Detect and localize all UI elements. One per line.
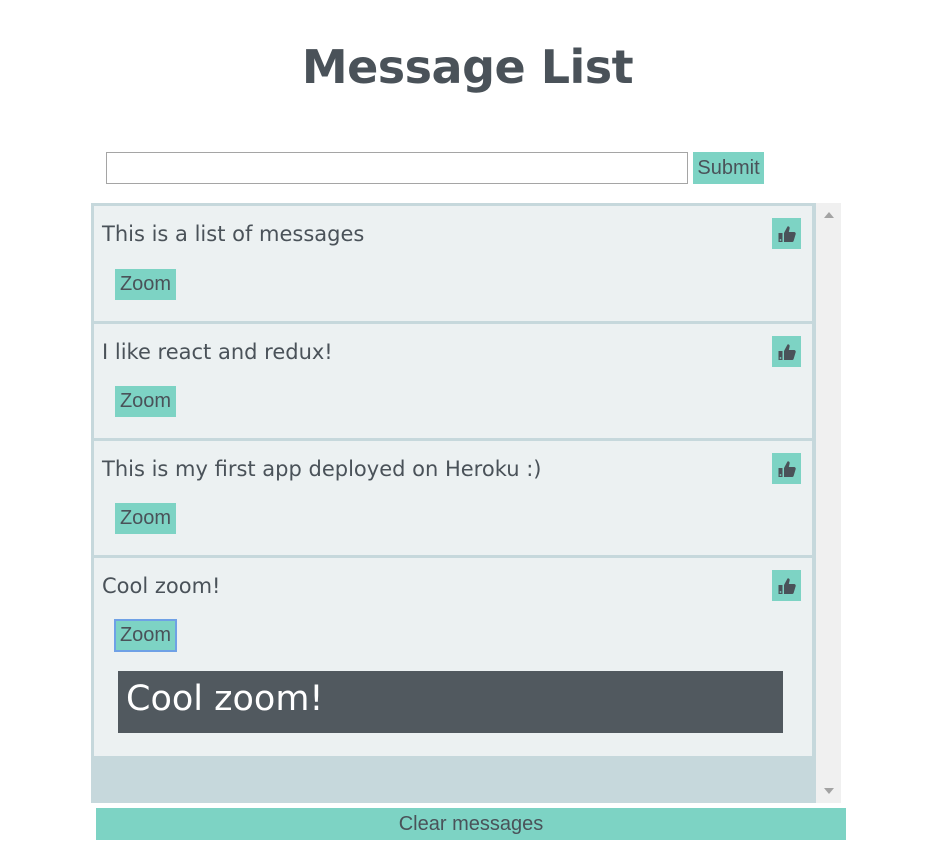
thumbs-up-icon xyxy=(778,225,796,242)
zoom-button[interactable]: Zoom xyxy=(115,503,176,534)
zoom-button[interactable]: Zoom xyxy=(114,619,177,652)
message-list-frame: This is a list of messages Zoom I like r… xyxy=(91,203,841,803)
message-text: I like react and redux! xyxy=(102,340,333,364)
zoom-button[interactable]: Zoom xyxy=(115,269,176,300)
scroll-up-arrow-icon[interactable] xyxy=(824,212,834,218)
clear-messages-button[interactable]: Clear messages xyxy=(96,808,846,840)
message-card: This is my first app deployed on Heroku … xyxy=(94,441,812,555)
message-composer: Submit xyxy=(106,152,764,184)
zoom-button[interactable]: Zoom xyxy=(115,386,176,417)
message-list: This is a list of messages Zoom I like r… xyxy=(91,203,816,803)
thumbs-up-icon xyxy=(778,460,796,477)
message-input[interactable] xyxy=(106,152,688,184)
submit-button[interactable]: Submit xyxy=(693,152,764,184)
message-card: This is a list of messages Zoom xyxy=(94,206,812,321)
vertical-scrollbar[interactable] xyxy=(816,203,841,803)
message-text: This is my first app deployed on Heroku … xyxy=(102,457,542,481)
message-text: Cool zoom! xyxy=(102,574,221,598)
thumbs-up-icon xyxy=(778,343,796,360)
message-list-page: Message List Submit This is a list of me… xyxy=(0,0,925,862)
message-card: I like react and redux! Zoom xyxy=(94,324,812,438)
like-button[interactable] xyxy=(772,453,801,484)
zoomed-message-panel: Cool zoom! xyxy=(118,671,783,733)
message-text: This is a list of messages xyxy=(102,222,365,246)
like-button[interactable] xyxy=(772,218,801,249)
thumbs-up-icon xyxy=(778,577,796,594)
like-button[interactable] xyxy=(772,570,801,601)
scroll-down-arrow-icon[interactable] xyxy=(824,788,834,794)
message-card: Cool zoom! Zoom Cool zoom! xyxy=(94,558,812,756)
page-title: Message List xyxy=(301,40,634,94)
like-button[interactable] xyxy=(772,336,801,367)
